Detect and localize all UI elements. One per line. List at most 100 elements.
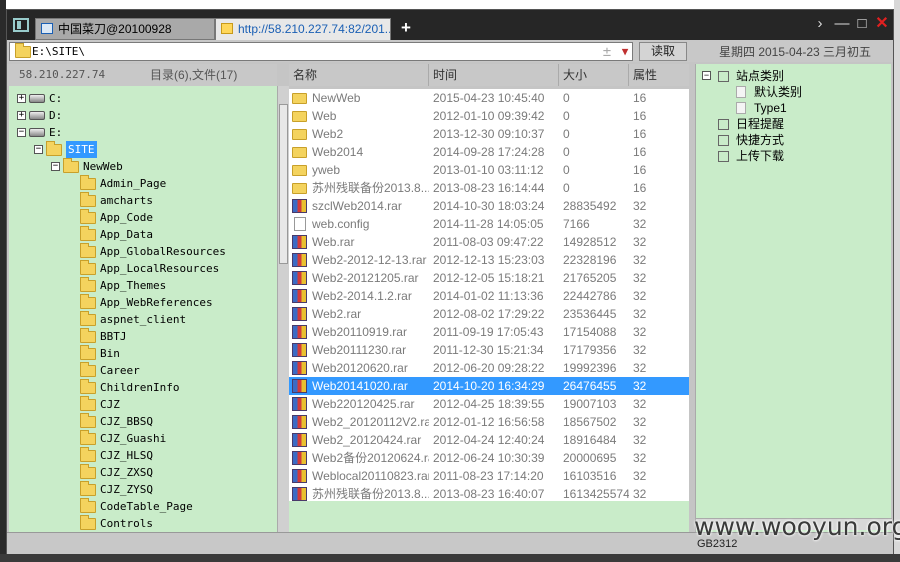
collapse-icon[interactable]: − bbox=[51, 162, 60, 171]
collapse-icon[interactable]: − bbox=[702, 71, 711, 80]
file-row[interactable]: Web.rar 2011-08-03 09:47:22 14928512 32 bbox=[289, 233, 689, 251]
minimize-button[interactable]: — bbox=[833, 15, 851, 33]
tree-folder[interactable]: Career bbox=[9, 362, 277, 379]
file-row[interactable]: Web20111230.rar 2011-12-30 15:21:34 171793… bbox=[289, 341, 689, 359]
tree-label: E: bbox=[49, 126, 63, 139]
tree-folder[interactable]: CJZ_Guashi bbox=[9, 430, 277, 447]
file-row[interactable]: Web2-2012-12-13.rar 2012-12-13 15:23:03 22… bbox=[289, 251, 689, 269]
right-panel: − 站点类别 默认类别 Type1 日程提醒 快捷方式 上传下载 bbox=[695, 64, 892, 532]
app-icon[interactable] bbox=[13, 18, 29, 32]
file-row[interactable]: Web2备份20120624.rar 2012-06-24 10:30:39 200… bbox=[289, 449, 689, 467]
tree-folder[interactable]: − NewWeb bbox=[9, 158, 277, 175]
file-row[interactable]: Web2 2013-12-30 09:10:37 0 16 bbox=[289, 125, 689, 143]
right-panel-item[interactable]: − 站点类别 bbox=[696, 68, 890, 84]
tree-folder[interactable]: App_Data bbox=[9, 226, 277, 243]
tab-remote-url[interactable]: http://58.210.227.74:82/201... bbox=[215, 18, 391, 40]
file-time: 2014-10-20 16:34:29 bbox=[433, 379, 545, 393]
tree-folder[interactable]: Controls bbox=[9, 515, 277, 532]
file-row[interactable]: Web2_20120112V2.rar 2012-01-12 16:56:58 18… bbox=[289, 413, 689, 431]
right-panel-item[interactable]: 上传下载 bbox=[696, 148, 890, 164]
tree-drive[interactable]: − E: bbox=[9, 124, 277, 141]
file-list[interactable]: NewWeb 2015-04-23 10:45:40 0 16 Web 2012-01-1… bbox=[289, 89, 689, 501]
close-button[interactable]: ✕ bbox=[873, 15, 891, 33]
plus-icon[interactable]: ± bbox=[600, 45, 614, 59]
column-attr[interactable]: 属性 bbox=[629, 64, 689, 86]
file-row[interactable]: Web 2012-01-10 09:39:42 0 16 bbox=[289, 107, 689, 125]
file-time: 2012-04-24 12:40:24 bbox=[433, 433, 545, 447]
file-row[interactable]: 苏州残联备份2013.8.... 2013-08-23 16:14:44 0 16 bbox=[289, 179, 689, 197]
tree-label: CJZ_ZXSQ bbox=[100, 466, 153, 479]
file-row[interactable]: Web220120425.rar 2012-04-25 18:39:55 19007… bbox=[289, 395, 689, 413]
tree-folder[interactable]: − SITE bbox=[9, 141, 277, 158]
file-attr: 32 bbox=[633, 235, 647, 249]
tree-folder[interactable]: amcharts bbox=[9, 192, 277, 209]
tree-folder[interactable]: App_Code bbox=[9, 209, 277, 226]
archive-icon bbox=[292, 235, 307, 249]
file-row[interactable]: szclWeb2014.rar 2014-10-30 18:03:24 288354… bbox=[289, 197, 689, 215]
path-input[interactable]: E:\SITE\ ± ▼ bbox=[9, 42, 633, 61]
tree-folder[interactable]: Admin_Page bbox=[9, 175, 277, 192]
scrollbar-thumb[interactable] bbox=[279, 104, 288, 264]
tree-folder[interactable]: CJZ bbox=[9, 396, 277, 413]
file-row[interactable]: web.config 2014-11-28 14:05:05 7166 32 bbox=[289, 215, 689, 233]
file-name: 苏州残联备份2013.8.... bbox=[312, 487, 429, 501]
file-time: 2014-01-02 11:13:36 bbox=[433, 289, 544, 303]
tree-label: CJZ_BBSQ bbox=[100, 415, 153, 428]
tree-folder[interactable]: aspnet_client bbox=[9, 311, 277, 328]
tree-folder[interactable]: CodeTable_Page bbox=[9, 498, 277, 515]
expand-icon[interactable]: + bbox=[17, 94, 26, 103]
right-panel-item[interactable]: Type1 bbox=[696, 100, 890, 116]
file-row[interactable]: Web20110919.rar 2011-09-19 17:05:43 171540… bbox=[289, 323, 689, 341]
file-time: 2013-08-23 16:40:07 bbox=[433, 487, 545, 501]
tree-folder[interactable]: CJZ_ZXSQ bbox=[9, 464, 277, 481]
file-row[interactable]: Web20141020.rar 2014-10-20 16:34:29 264764… bbox=[289, 377, 689, 395]
tree-folder[interactable]: CJZ_BBSQ bbox=[9, 413, 277, 430]
folder-icon bbox=[80, 243, 96, 258]
tree-folder[interactable]: CJZ_HLSQ bbox=[9, 447, 277, 464]
file-row[interactable]: Weblocal20110823.rar 2011-08-23 17:14:20 1… bbox=[289, 467, 689, 485]
tree-folder[interactable]: CJZ_ZYSQ bbox=[9, 481, 277, 498]
right-panel-item[interactable]: 快捷方式 bbox=[696, 132, 890, 148]
file-icon bbox=[294, 217, 306, 231]
tree-folder[interactable]: App_WebReferences bbox=[9, 294, 277, 311]
file-row[interactable]: yweb 2013-01-10 03:11:12 0 16 bbox=[289, 161, 689, 179]
tree-folder[interactable]: Bin bbox=[9, 345, 277, 362]
file-row[interactable]: Web2-2014.1.2.rar 2014-01-02 11:13:36 2244… bbox=[289, 287, 689, 305]
add-tab-button[interactable]: + bbox=[397, 19, 415, 37]
folder-icon bbox=[292, 111, 307, 122]
column-time[interactable]: 时间 bbox=[429, 64, 559, 86]
tree-folder[interactable]: App_GlobalResources bbox=[9, 243, 277, 260]
file-time: 2012-12-05 15:18:21 bbox=[433, 271, 545, 285]
directory-tree[interactable]: + C: + D: − E: − SITE − NewWeb Admin_Page amcharts A… bbox=[9, 86, 277, 532]
file-row[interactable]: Web2-20121205.rar 2012-12-05 15:18:21 2176… bbox=[289, 269, 689, 287]
read-button[interactable]: 读取 bbox=[639, 42, 687, 61]
folder-icon bbox=[80, 430, 96, 445]
tree-scrollbar[interactable] bbox=[277, 86, 289, 532]
right-panel-item[interactable]: 日程提醒 bbox=[696, 116, 890, 132]
file-row[interactable]: Web2.rar 2012-08-02 17:29:22 23536445 32 bbox=[289, 305, 689, 323]
file-row[interactable]: Web2014 2014-09-28 17:24:28 0 16 bbox=[289, 143, 689, 161]
chevron-right-icon[interactable]: › bbox=[811, 15, 829, 33]
file-row[interactable]: Web2_20120424.rar 2012-04-24 12:40:24 1891… bbox=[289, 431, 689, 449]
file-row[interactable]: NewWeb 2015-04-23 10:45:40 0 16 bbox=[289, 89, 689, 107]
file-size: 23536445 bbox=[563, 307, 617, 321]
tree-folder[interactable]: App_LocalResources bbox=[9, 260, 277, 277]
collapse-icon[interactable]: − bbox=[34, 145, 43, 154]
expand-icon[interactable]: + bbox=[17, 111, 26, 120]
tree-folder[interactable]: App_Themes bbox=[9, 277, 277, 294]
tree-label: CJZ_Guashi bbox=[100, 432, 167, 445]
collapse-icon[interactable]: − bbox=[17, 128, 26, 137]
file-row[interactable]: 苏州残联备份2013.8.... 2013-08-23 16:40:07 16134… bbox=[289, 485, 689, 501]
column-name[interactable]: 名称 bbox=[289, 64, 429, 86]
tree-folder[interactable]: BBTJ bbox=[9, 328, 277, 345]
tab-caidao[interactable]: 中国菜刀@20100928 bbox=[35, 18, 215, 40]
file-size: 16103516 bbox=[563, 469, 617, 483]
right-panel-item[interactable]: 默认类别 bbox=[696, 84, 890, 100]
tree-folder[interactable]: ChildrenInfo bbox=[9, 379, 277, 396]
chevron-down-icon[interactable]: ▼ bbox=[618, 45, 632, 59]
tree-drive[interactable]: + C: bbox=[9, 90, 277, 107]
column-size[interactable]: 大小 bbox=[559, 64, 629, 86]
file-row[interactable]: Web20120620.rar 2012-06-20 09:28:22 199923… bbox=[289, 359, 689, 377]
tree-drive[interactable]: + D: bbox=[9, 107, 277, 124]
maximize-button[interactable]: □ bbox=[853, 15, 871, 33]
